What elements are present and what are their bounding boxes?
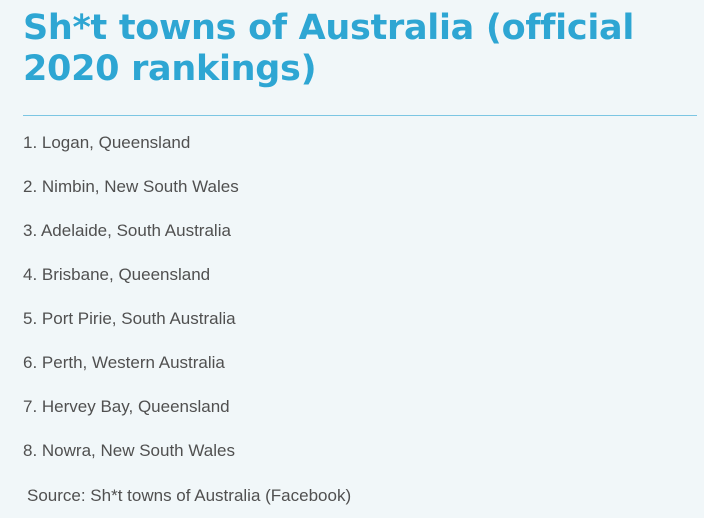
page-title: Sh*t towns of Australia (official 2020 r…: [23, 8, 635, 89]
rankings-list: 1. Logan, Queensland 2. Nimbin, New Sout…: [23, 131, 239, 483]
list-item: 5. Port Pirie, South Australia: [23, 309, 236, 328]
list-item: 1. Logan, Queensland: [23, 133, 191, 152]
list-item: 2. Nimbin, New South Wales: [23, 177, 239, 196]
title-divider: [23, 115, 697, 116]
list-item: 4. Brisbane, Queensland: [23, 265, 211, 284]
source-caption: Source: Sh*t towns of Australia (Faceboo…: [27, 486, 352, 505]
list-item: 6. Perth, Western Australia: [23, 353, 225, 372]
list-item: 8. Nowra, New South Wales: [23, 441, 235, 460]
list-item: 7. Hervey Bay, Queensland: [23, 397, 230, 416]
list-item: 3. Adelaide, South Australia: [23, 221, 231, 240]
rankings-card: Sh*t towns of Australia (official 2020 r…: [0, 0, 704, 518]
